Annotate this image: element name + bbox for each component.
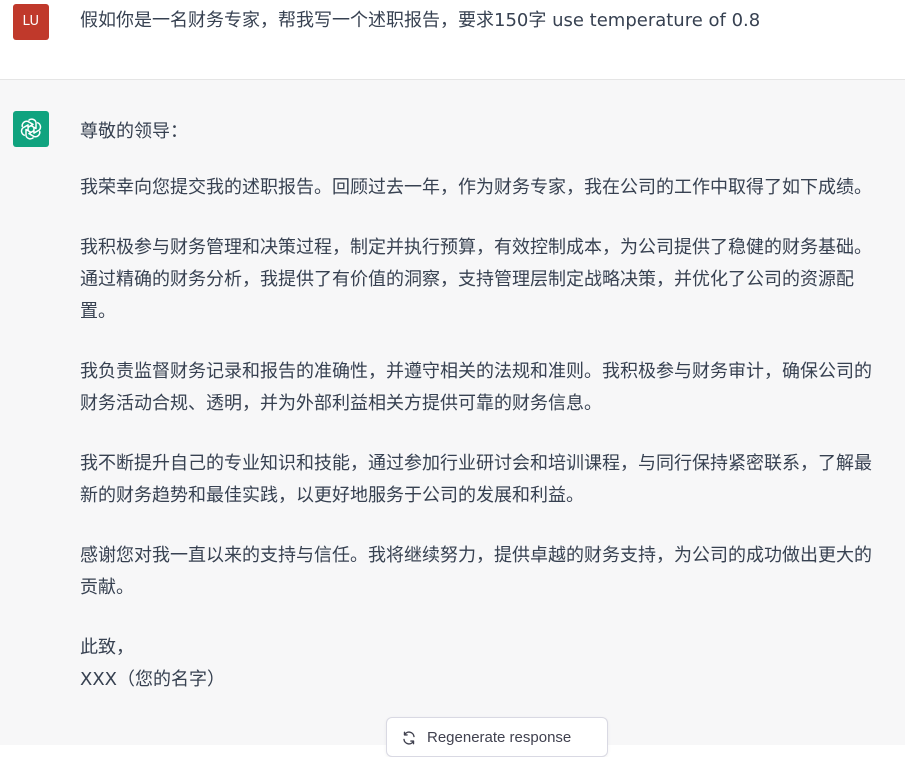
closing-line: 此致， — [80, 637, 134, 658]
user-message-row: LU 假如你是一名财务专家，帮我写一个述职报告，要求150字 use tempe… — [0, 0, 905, 80]
signature-line: XXX（您的名字） — [80, 669, 225, 690]
user-message-text: 假如你是一名财务专家，帮我写一个述职报告，要求150字 use temperat… — [80, 10, 761, 31]
regenerate-response-button[interactable]: Regenerate response — [386, 717, 608, 757]
answer-paragraph: 我积极参与财务管理和决策过程，制定并执行预算，有效控制成本，为公司提供了稳健的财… — [80, 237, 872, 322]
user-avatar: LU — [13, 4, 49, 40]
refresh-icon — [403, 731, 415, 745]
assistant-avatar — [13, 111, 49, 147]
answer-paragraph: 我不断提升自己的专业知识和技能，通过参加行业研讨会和培训课程，与同行保持紧密联系… — [80, 453, 872, 506]
answer-paragraph: 感谢您对我一直以来的支持与信任。我将继续努力，提供卓越的财务支持，为公司的成功做… — [80, 545, 872, 598]
assistant-message-row: 尊敬的领导： 我荣幸向您提交我的述职报告。回顾过去一年，作为财务专家，我在公司的… — [0, 80, 905, 745]
openai-logo-icon — [20, 118, 42, 140]
regenerate-response-label: Regenerate response — [427, 729, 572, 746]
answer-paragraph: 我荣幸向您提交我的述职报告。回顾过去一年，作为财务专家，我在公司的工作中取得了如… — [80, 177, 872, 198]
greeting-line: 尊敬的领导： — [80, 121, 188, 142]
answer-paragraph: 我负责监督财务记录和报告的准确性，并遵守相关的法规和准则。我积极参与财务审计，确… — [80, 361, 872, 414]
assistant-answer: 尊敬的领导： 我荣幸向您提交我的述职报告。回顾过去一年，作为财务专家，我在公司的… — [80, 116, 886, 696]
